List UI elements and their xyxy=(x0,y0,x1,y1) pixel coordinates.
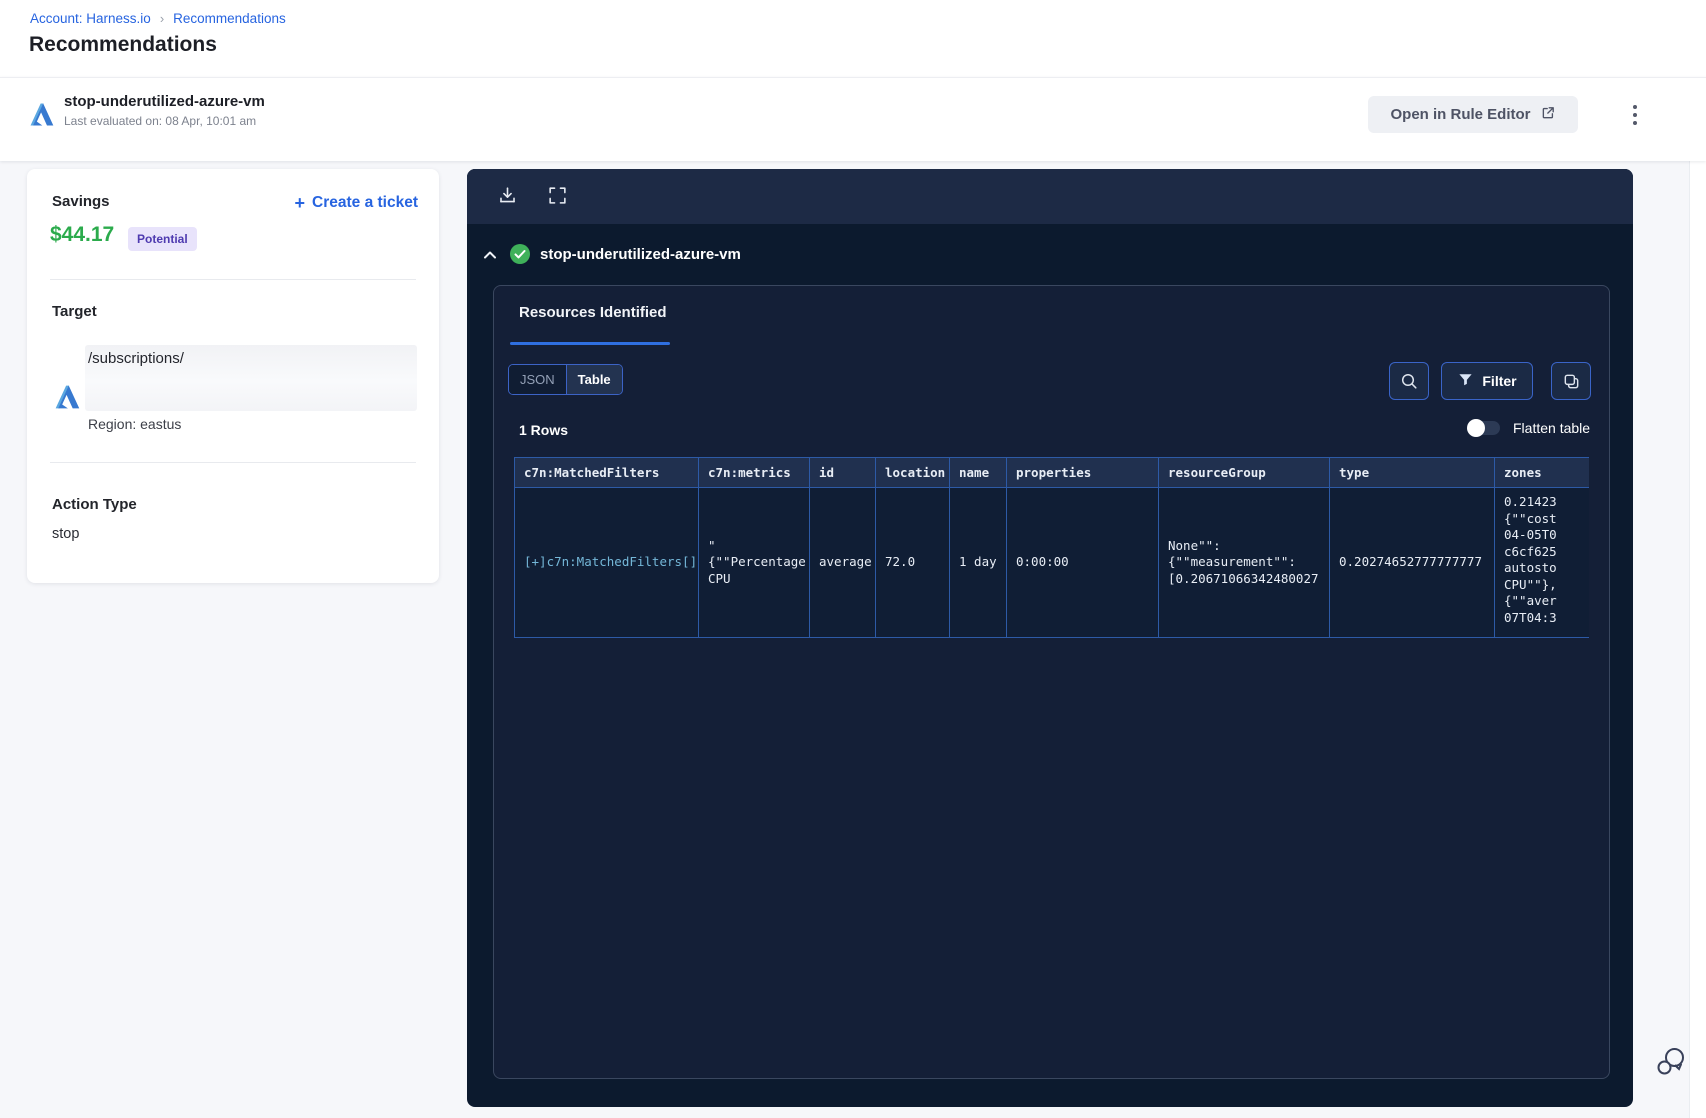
chat-feedback-icon[interactable] xyxy=(1655,1044,1689,1081)
open-rule-editor-button[interactable]: Open in Rule Editor xyxy=(1368,96,1578,133)
resources-card: Resources Identified JSON Table Filter 1… xyxy=(493,285,1610,1079)
copy-icon[interactable] xyxy=(1551,362,1591,400)
column-header-name: name xyxy=(949,457,1007,488)
action-type-value: stop xyxy=(52,526,80,542)
view-mode-toggle: JSON Table xyxy=(508,364,623,395)
column-header-type: type xyxy=(1329,457,1495,488)
flatten-table-label: Flatten table xyxy=(1513,420,1591,436)
cell-resourcegroup: None"": {""measurement"": [0.20671066342… xyxy=(1158,487,1330,638)
savings-potential-badge: Potential xyxy=(128,227,197,251)
create-ticket-link[interactable]: + Create a ticket xyxy=(295,194,419,212)
cell-name: 1 day xyxy=(949,487,1007,638)
cell-properties: 0:00:00 xyxy=(1006,487,1159,638)
column-header-id: id xyxy=(809,457,876,488)
table-row: [+]c7n:MatchedFilters[] " {""Percentage … xyxy=(514,487,1589,638)
cell-metrics: " {""Percentage CPU xyxy=(698,487,810,638)
column-header-metrics: c7n:metrics xyxy=(698,457,810,488)
cell-location: 72.0 xyxy=(875,487,950,638)
azure-logo xyxy=(28,101,55,128)
open-rule-editor-label: Open in Rule Editor xyxy=(1390,106,1531,123)
divider xyxy=(50,462,416,463)
savings-label: Savings xyxy=(52,193,110,210)
page-title: Recommendations xyxy=(29,33,217,56)
target-label: Target xyxy=(52,303,97,320)
toggle-switch[interactable] xyxy=(1467,419,1500,437)
recommendation-header: stop-underutilized-azure-vm Last evaluat… xyxy=(0,77,1706,161)
toggle-knob xyxy=(1467,419,1485,437)
right-gutter xyxy=(1689,160,1706,1118)
results-panel: stop-underutilized-azure-vm Resources Id… xyxy=(467,169,1633,1107)
view-toggle-table[interactable]: Table xyxy=(566,365,622,394)
azure-logo xyxy=(53,383,81,411)
tab-resources-identified[interactable]: Resources Identified xyxy=(519,304,667,321)
search-icon[interactable] xyxy=(1389,362,1429,400)
panel-title: stop-underutilized-azure-vm xyxy=(540,246,741,263)
target-path: /subscriptions/ xyxy=(88,350,184,367)
target-region: Region: eastus xyxy=(88,416,182,432)
plus-icon: + xyxy=(294,193,306,213)
cell-zones: 0.21423 {""cost 04-05T0 c6cf625 autosto … xyxy=(1494,487,1589,638)
tab-active-underline xyxy=(510,342,670,345)
cell-matchedfilters-expand[interactable]: [+]c7n:MatchedFilters[] xyxy=(514,487,699,638)
filter-button[interactable]: Filter xyxy=(1441,362,1533,400)
panel-toolbar xyxy=(467,169,1633,224)
rows-count: 1 Rows xyxy=(519,422,569,438)
last-evaluated-text: Last evaluated on: 08 Apr, 10:01 am xyxy=(64,114,257,128)
cell-id: average xyxy=(809,487,876,638)
column-header-zones: zones xyxy=(1494,457,1589,488)
column-header-location: location xyxy=(875,457,950,488)
external-link-icon xyxy=(1540,105,1556,125)
divider xyxy=(50,279,416,280)
column-header-resourcegroup: resourceGroup xyxy=(1158,457,1330,488)
app: Account: Harness.io › Recommendations Reco… xyxy=(0,0,1706,1118)
flatten-table-toggle[interactable]: Flatten table xyxy=(1467,419,1591,437)
results-table-wrapper: c7n:MatchedFilters c7n:metrics id locati… xyxy=(514,457,1589,638)
filter-label: Filter xyxy=(1482,373,1517,389)
breadcrumb-recommendations-link[interactable]: Recommendations xyxy=(173,11,286,26)
action-type-label: Action Type xyxy=(52,496,137,513)
check-circle-icon xyxy=(509,243,531,270)
summary-card: Savings + Create a ticket $44.17 Potenti… xyxy=(27,169,439,583)
collapse-chevron-up-icon[interactable] xyxy=(480,245,500,265)
table-header-row: c7n:MatchedFilters c7n:metrics id locati… xyxy=(514,457,1589,488)
savings-amount: $44.17 xyxy=(50,223,115,246)
column-header-matchedfilters: c7n:MatchedFilters xyxy=(514,457,699,488)
breadcrumb-account-link[interactable]: Account: Harness.io xyxy=(30,11,151,26)
breadcrumb-separator: › xyxy=(159,11,165,26)
view-toggle-json[interactable]: JSON xyxy=(509,365,567,394)
recommendation-name: stop-underutilized-azure-vm xyxy=(64,93,265,110)
filter-funnel-icon xyxy=(1457,371,1474,391)
cell-type: 0.20274652777777777 xyxy=(1329,487,1495,638)
results-table: c7n:MatchedFilters c7n:metrics id locati… xyxy=(514,457,1589,638)
create-ticket-label: Create a ticket xyxy=(312,194,418,211)
fullscreen-icon[interactable] xyxy=(547,185,568,206)
column-header-properties: properties xyxy=(1006,457,1159,488)
download-icon[interactable] xyxy=(497,185,518,206)
breadcrumb: Account: Harness.io › Recommendations xyxy=(30,11,286,26)
kebab-menu-icon[interactable] xyxy=(1626,98,1644,132)
